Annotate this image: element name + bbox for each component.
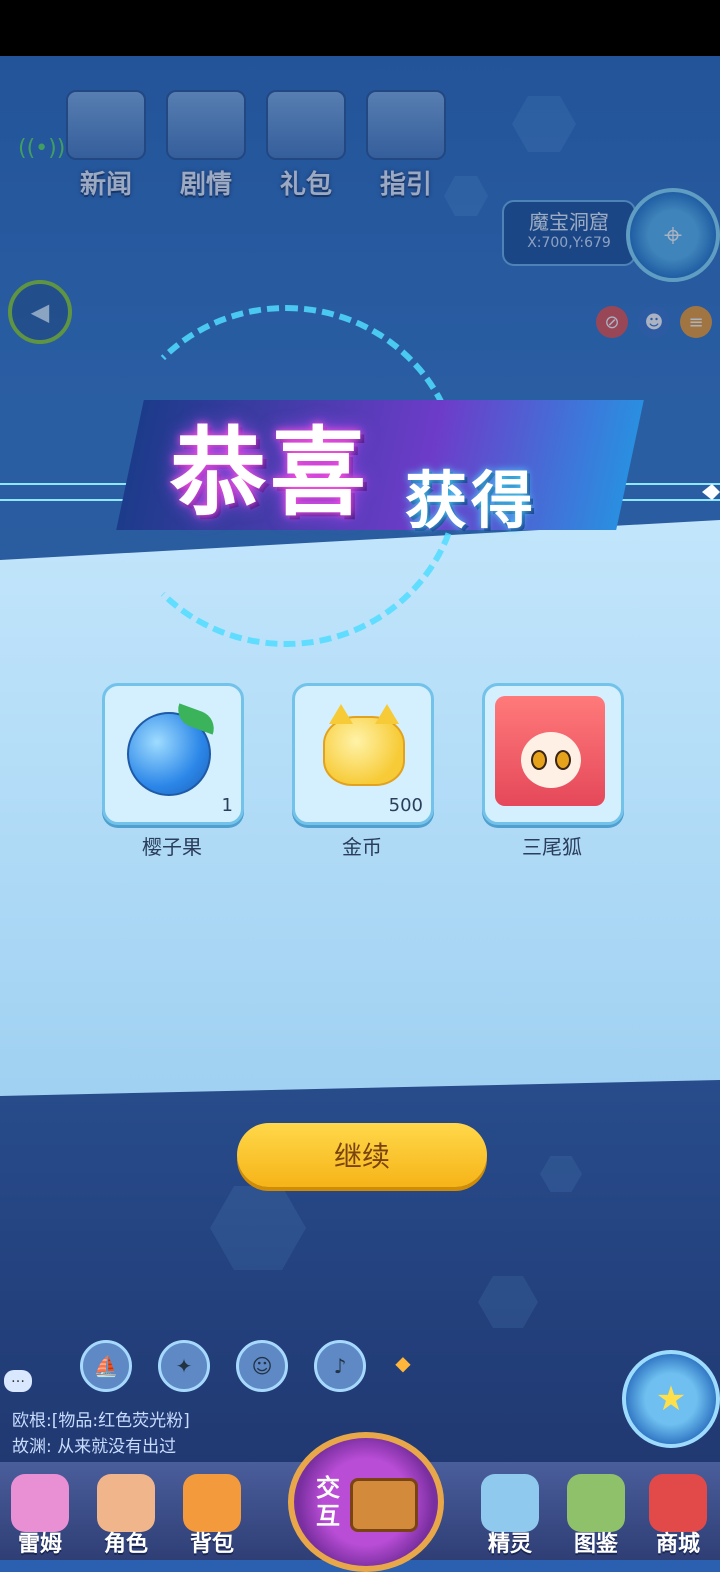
star-icon: ★	[655, 1379, 687, 1419]
item-name: 金币	[342, 835, 382, 859]
nav-item-sprite[interactable]: 精灵	[470, 1474, 550, 1558]
fox-eye-right	[555, 750, 571, 770]
chat-log[interactable]: 欧根:[物品:红色荧光粉] 故渊: 从来就没有出过	[12, 1408, 190, 1460]
nav-label: 背包	[189, 1532, 234, 1557]
cat-ear-right	[375, 704, 399, 724]
reward-card	[482, 683, 624, 825]
fox-eye-left	[531, 750, 547, 770]
reward-card: 500	[292, 683, 434, 825]
nav-item-shop[interactable]: 商城	[638, 1474, 718, 1558]
nav-label: 角色	[103, 1532, 148, 1557]
panda-icon[interactable]: ☺	[236, 1340, 288, 1392]
nav-label: 雷姆	[17, 1532, 62, 1557]
boat-icon[interactable]: ⛵	[80, 1340, 132, 1392]
star-wand-button[interactable]: ★	[622, 1350, 720, 1448]
obtained-title: 获得	[405, 464, 538, 537]
nav-item-bag[interactable]: 背包	[172, 1474, 252, 1558]
nav-label: 商城	[655, 1532, 700, 1557]
reward-item[interactable]: 1 樱子果	[102, 683, 244, 860]
nav-item-leimu[interactable]: 雷姆	[0, 1474, 80, 1558]
item-name: 三尾狐	[522, 835, 582, 859]
bell-icon[interactable]: ♪	[314, 1340, 366, 1392]
sprite-icon	[481, 1474, 539, 1532]
gold-coin-cat-icon	[323, 704, 405, 786]
star-badge-icon[interactable]: ✦	[158, 1340, 210, 1392]
backpack-icon	[183, 1474, 241, 1532]
reward-card: 1	[102, 683, 244, 825]
chat-line: 欧根:[物品:红色荧光粉]	[12, 1411, 190, 1431]
nav-item-codex[interactable]: 图鉴	[556, 1474, 636, 1558]
nav-item-role[interactable]: 角色	[86, 1474, 166, 1558]
nav-label: 图鉴	[573, 1532, 618, 1557]
treasure-chest-icon	[350, 1478, 418, 1532]
character-icon	[97, 1474, 155, 1532]
lantern-icon[interactable]: ◆	[380, 1340, 426, 1386]
interact-button[interactable]: 交互	[288, 1432, 444, 1572]
item-name: 樱子果	[142, 835, 202, 859]
cat-ear-left	[329, 704, 353, 724]
three-tailed-fox-portrait	[495, 696, 605, 806]
reward-item[interactable]: 500 金币	[292, 683, 434, 860]
shop-store-icon	[649, 1474, 707, 1532]
leimu-pet-icon	[11, 1474, 69, 1532]
chat-line: 故渊: 从来就没有出过	[12, 1437, 177, 1457]
nav-label: 精灵	[487, 1532, 532, 1557]
item-qty: 500	[388, 795, 423, 816]
chat-bubble-icon[interactable]: …	[4, 1370, 32, 1392]
reward-item[interactable]: 三尾狐	[482, 683, 624, 860]
codex-book-icon	[567, 1474, 625, 1532]
congrats-title: 恭喜	[170, 417, 370, 529]
item-qty: 1	[221, 795, 233, 816]
continue-button[interactable]: 继续	[237, 1123, 487, 1187]
interact-label: 交互	[316, 1474, 340, 1530]
fox-face	[521, 732, 581, 788]
status-bar	[0, 0, 720, 56]
